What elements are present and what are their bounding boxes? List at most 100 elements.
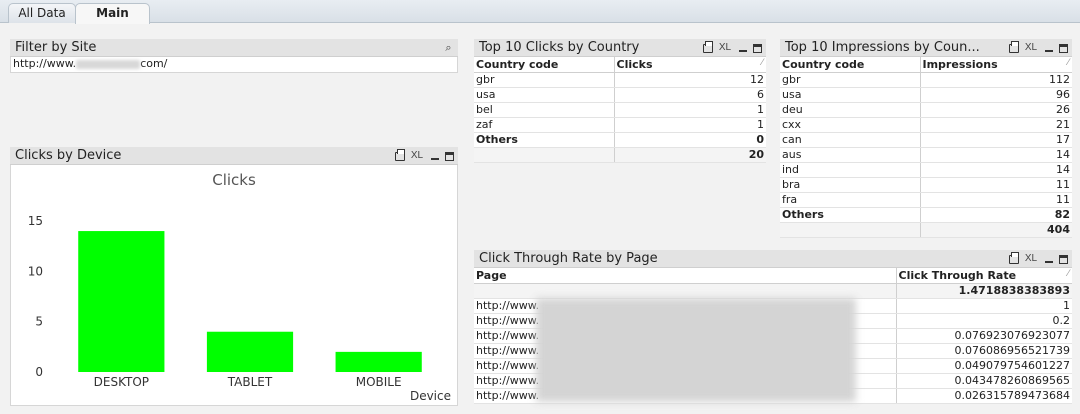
value-cell: 6 [614, 87, 766, 103]
others-value: 0 [614, 132, 766, 148]
ctr-caption: Click Through Rate by Page XL [474, 250, 1072, 268]
ctr-total-value: 1.4718838383893 [896, 283, 1072, 299]
impr-country-title: Top 10 Impressions by Coun... [785, 40, 980, 55]
ctr-total-label-cell [474, 283, 897, 299]
table-row[interactable]: deu 26 [780, 102, 1072, 118]
col-header-country-code[interactable]: Country code [780, 57, 921, 73]
excel-export-icon[interactable]: XL [718, 42, 732, 54]
country-code-cell[interactable]: gbr [474, 72, 615, 88]
print-icon[interactable] [1009, 40, 1019, 53]
value-cell: 112 [920, 72, 1072, 88]
table-row[interactable]: usa 6 [474, 87, 766, 103]
clicks-by-country-table: Top 10 Clicks by Country XL Country code… [474, 39, 766, 163]
y-tick-label: 10 [28, 264, 43, 278]
search-icon[interactable]: ⌕ [443, 41, 454, 54]
excel-export-icon[interactable]: XL [1024, 42, 1038, 54]
total-label-cell [474, 147, 615, 163]
ctr-value-cell: 0.2 [896, 313, 1072, 329]
country-code-cell[interactable]: aus [780, 147, 921, 163]
impr-country-grid: Country code Impressions ⁄ gbr 112 usa 96 deu… [780, 57, 1072, 238]
print-icon[interactable] [395, 148, 405, 161]
value-cell: 21 [920, 117, 1072, 133]
minimize-icon[interactable] [1043, 254, 1054, 265]
device-chart-area[interactable]: Clicks 0 5 10 15 DESKTOP TABLET MOBILE Device [10, 165, 458, 406]
country-code-cell[interactable]: deu [780, 102, 921, 118]
total-value: 20 [614, 147, 766, 163]
sort-indicator-icon: ⁄ [761, 58, 763, 68]
table-row[interactable]: gbr 12 [474, 72, 766, 88]
y-tick-label: 5 [35, 315, 43, 329]
country-code-cell[interactable]: usa [474, 87, 615, 103]
country-code-cell[interactable]: can [780, 132, 921, 148]
maximize-icon[interactable] [1059, 254, 1068, 264]
country-code-cell[interactable]: gbr [780, 72, 921, 88]
col-header-clicks[interactable]: Clicks ⁄ [614, 57, 766, 73]
impr-country-caption: Top 10 Impressions by Coun... XL [780, 39, 1072, 57]
total-value: 404 [920, 222, 1072, 238]
table-row[interactable]: fra 11 [780, 192, 1072, 208]
value-cell: 26 [920, 102, 1072, 118]
impressions-by-country-table: Top 10 Impressions by Coun... XL Country… [780, 39, 1072, 238]
table-row[interactable]: ind 14 [780, 162, 1072, 178]
clicks-country-title: Top 10 Clicks by Country [479, 40, 640, 55]
col-header-impressions[interactable]: Impressions ⁄ [920, 57, 1072, 73]
value-cell: 11 [920, 177, 1072, 193]
value-cell: 14 [920, 147, 1072, 163]
maximize-icon[interactable] [1059, 43, 1068, 53]
value-cell: 12 [614, 72, 766, 88]
table-row[interactable]: can 17 [780, 132, 1072, 148]
chart-title: Clicks [212, 171, 256, 189]
ctr-value-cell: 0.026315789473684 [896, 388, 1072, 404]
maximize-icon[interactable] [445, 151, 454, 161]
maximize-icon[interactable] [753, 43, 762, 53]
x-tick-label: TABLET [227, 375, 273, 389]
country-code-cell[interactable]: zaf [474, 117, 615, 133]
others-row: Others 0 [474, 132, 766, 148]
country-code-cell[interactable]: fra [780, 192, 921, 208]
bar-desktop [78, 231, 165, 372]
country-code-cell[interactable]: cxx [780, 117, 921, 133]
tab-main[interactable]: Main [75, 3, 150, 24]
table-row[interactable]: bra 11 [780, 177, 1072, 193]
col-header-page[interactable]: Page [474, 268, 897, 284]
filter-caption: Filter by Site ⌕ [10, 39, 458, 57]
ctr-value-cell: 1 [896, 298, 1072, 314]
filter-by-site-listbox: Filter by Site ⌕ http://www. com/ [10, 39, 458, 73]
table-row[interactable]: cxx 21 [780, 117, 1072, 133]
total-row: 20 [474, 147, 766, 163]
print-icon[interactable] [703, 40, 713, 53]
filter-value-suffix: com/ [140, 57, 168, 70]
minimize-icon[interactable] [429, 151, 440, 162]
table-row[interactable]: zaf 1 [474, 117, 766, 133]
table-row[interactable]: usa 96 [780, 87, 1072, 103]
table-row[interactable]: gbr 112 [780, 72, 1072, 88]
sheet-tab-bar: All Data Main [0, 0, 1080, 24]
ctr-value-cell: 0.076086956521739 [896, 343, 1072, 359]
others-value: 82 [920, 207, 1072, 223]
country-code-cell[interactable]: bra [780, 177, 921, 193]
excel-export-icon[interactable]: XL [410, 150, 424, 162]
device-caption: Clicks by Device XL [10, 147, 458, 165]
country-code-cell[interactable]: usa [780, 87, 921, 103]
excel-export-icon[interactable]: XL [1024, 253, 1038, 265]
minimize-icon[interactable] [1043, 43, 1054, 54]
device-bar-chart-svg: Clicks 0 5 10 15 DESKTOP TABLET MOBILE Device [28, 171, 451, 403]
ctr-title: Click Through Rate by Page [479, 251, 658, 266]
y-tick-label: 15 [28, 214, 43, 228]
table-row[interactable]: aus 14 [780, 147, 1072, 163]
y-tick-label: 0 [35, 365, 43, 379]
table-row[interactable]: bel 1 [474, 102, 766, 118]
value-cell: 11 [920, 192, 1072, 208]
tab-all-data[interactable]: All Data [8, 3, 76, 23]
clicks-country-caption: Top 10 Clicks by Country XL [474, 39, 766, 57]
redacted-page-urls [536, 298, 856, 402]
filter-value-row[interactable]: http://www. com/ [10, 57, 458, 73]
col-header-country-code[interactable]: Country code [474, 57, 615, 73]
print-icon[interactable] [1009, 251, 1019, 264]
redacted-domain [76, 59, 141, 69]
country-code-cell[interactable]: ind [780, 162, 921, 178]
bar-tablet [206, 331, 294, 372]
country-code-cell[interactable]: bel [474, 102, 615, 118]
col-header-ctr[interactable]: Click Through Rate ⁄ [896, 268, 1072, 284]
minimize-icon[interactable] [737, 43, 748, 54]
